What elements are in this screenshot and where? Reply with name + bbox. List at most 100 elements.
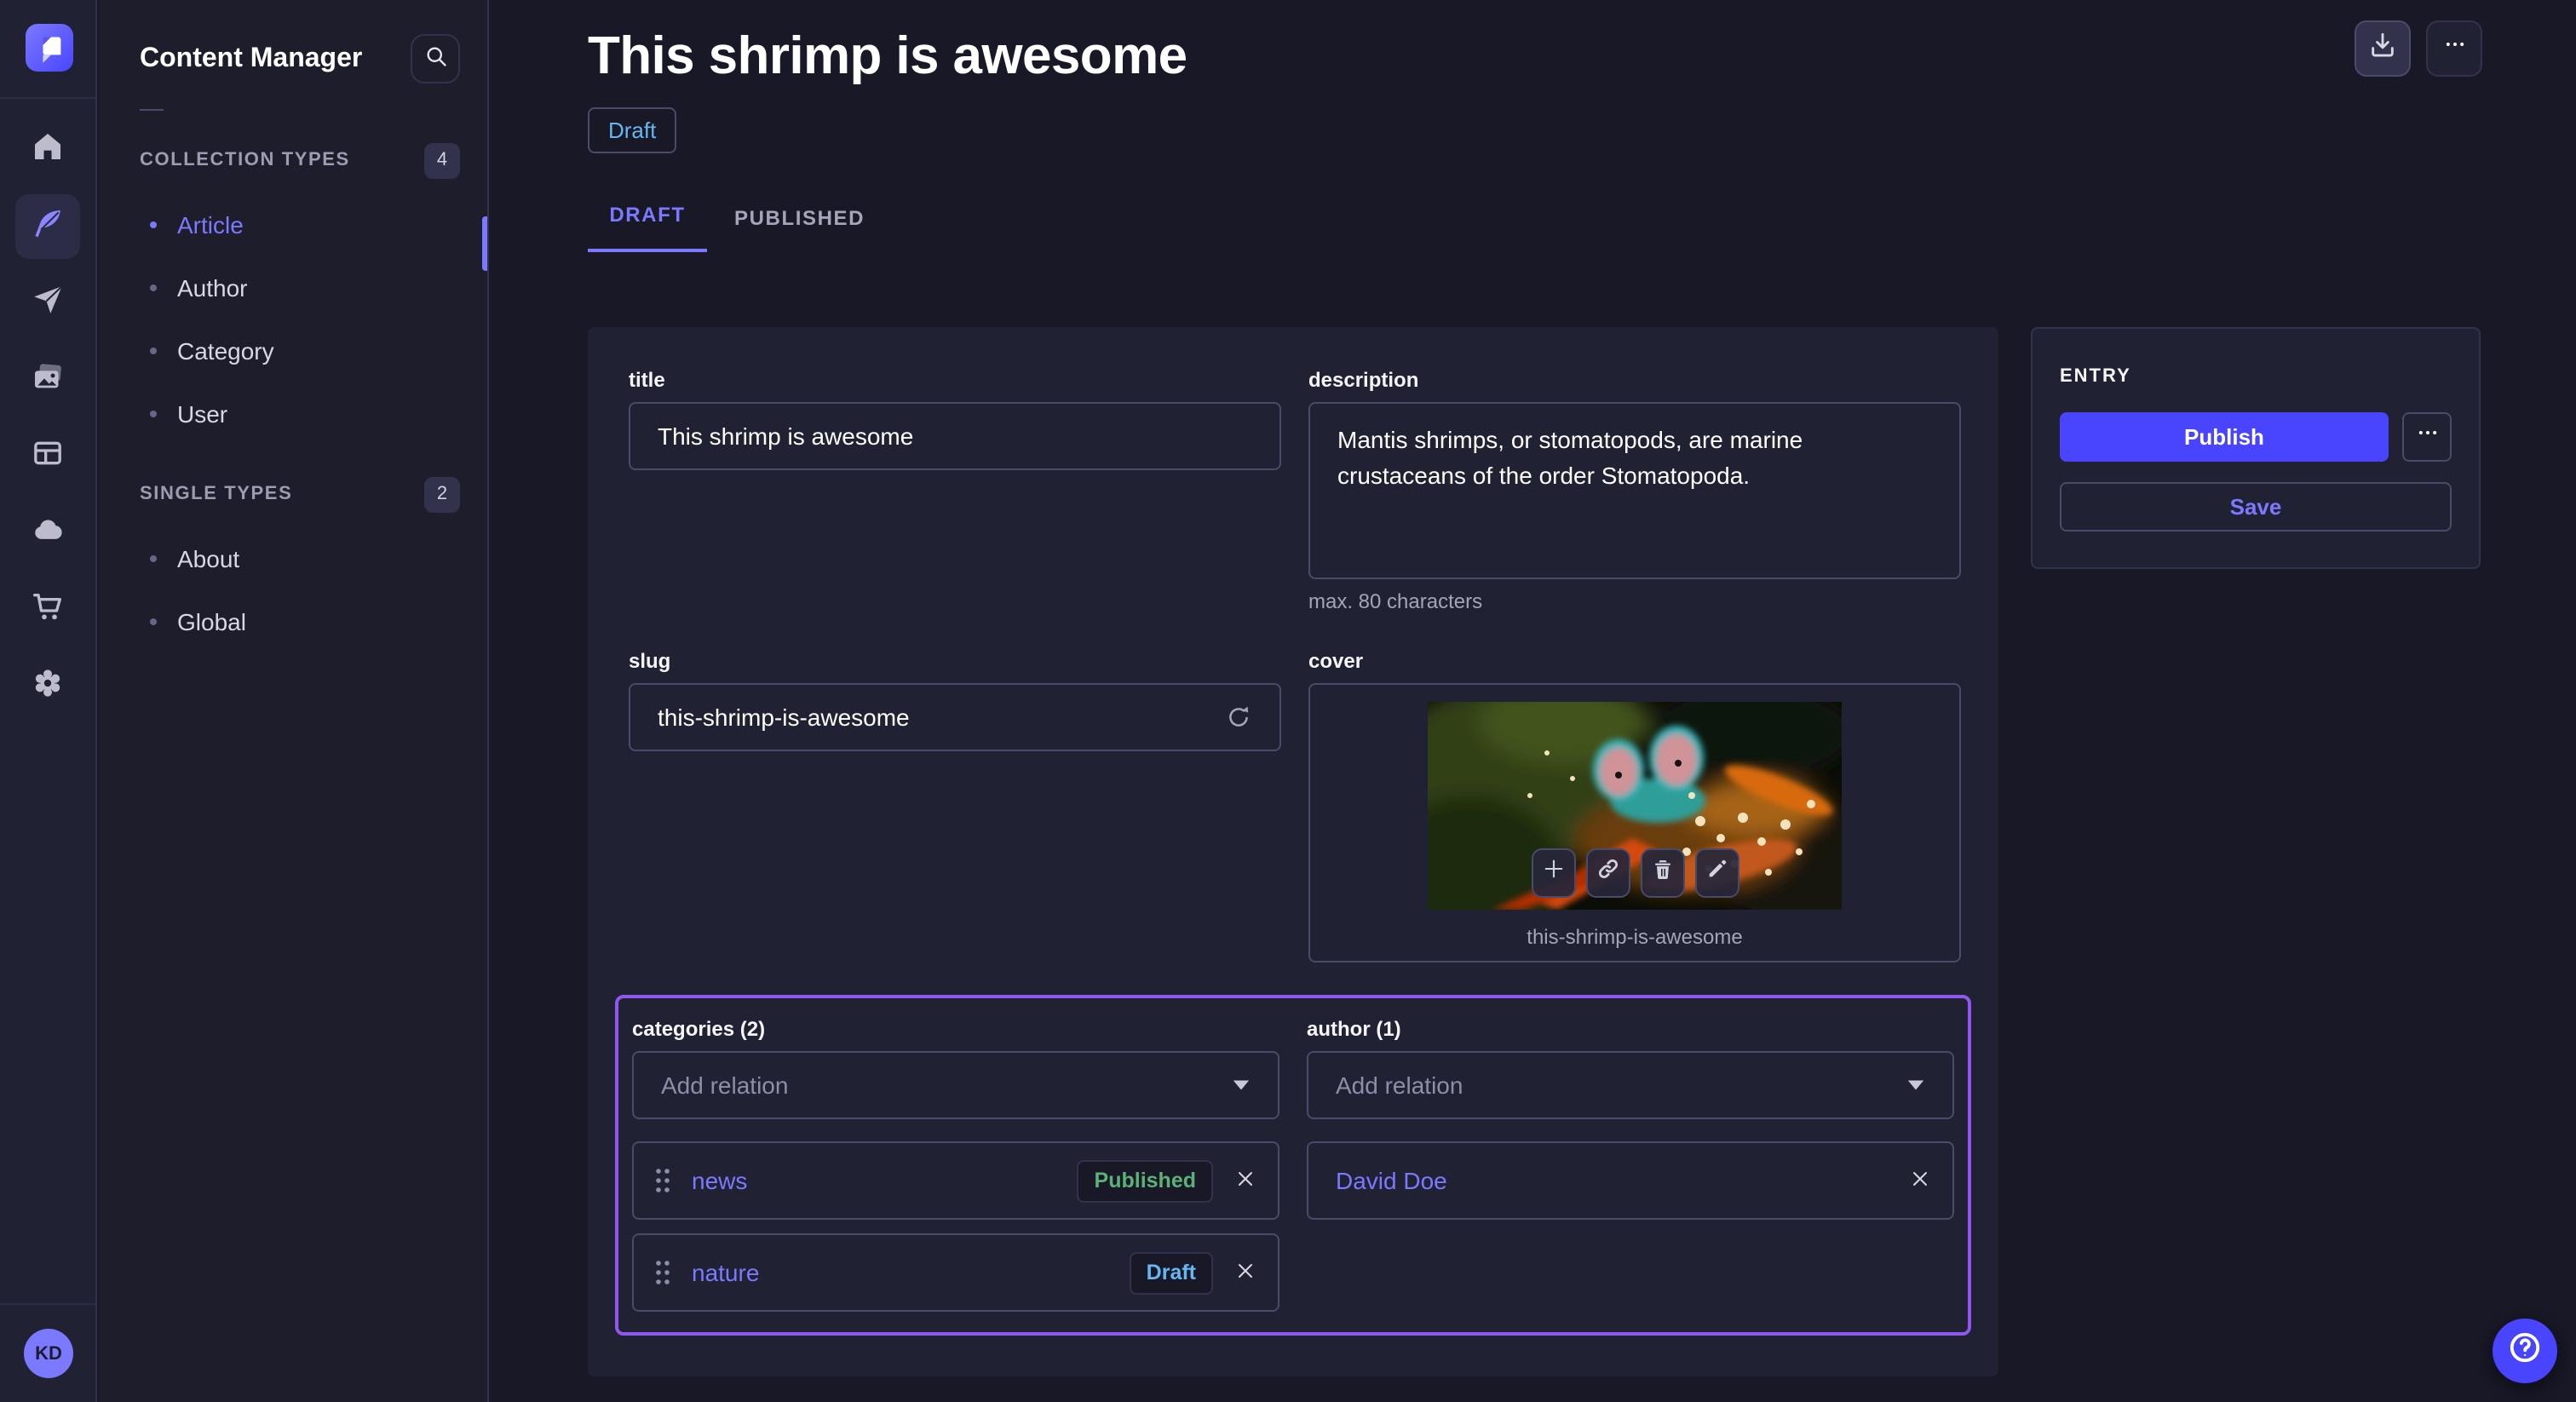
collection-types-header: COLLECTION TYPES 4 [99,140,487,181]
sidebar-item-settings[interactable] [15,654,80,719]
sidebar-item-content-type-builder[interactable] [15,424,80,489]
ellipsis-icon [2442,32,2466,65]
rail-divider [0,97,95,99]
field-label: cover [1308,649,1961,673]
export-button[interactable] [2355,20,2411,77]
edit-form-panel: title This shrimp is awesome description… [588,327,1998,1376]
relation-status-badge: Draft [1130,1251,1213,1294]
sidebar-item-about[interactable]: About [99,526,487,589]
title-value: This shrimp is awesome [658,422,913,450]
nav-rail: KD [0,0,97,1402]
relation-link[interactable]: news [692,1167,1078,1194]
field-label: title [629,368,1281,392]
sidebar-item-media-library[interactable] [15,348,80,412]
cover-caption: this-shrimp-is-awesome [1310,925,1959,949]
more-actions-button[interactable] [2426,20,2482,77]
sidebar-item-content-manager[interactable] [15,194,80,259]
sidebar-item-label: About [177,544,239,572]
relation-link[interactable]: David Doe [1336,1167,1888,1194]
sidebar-item-transfer[interactable] [15,271,80,336]
field-slug: slug this-shrimp-is-awesome [629,649,1281,962]
entry-more-button[interactable] [2402,412,2452,462]
relation-link[interactable]: nature [692,1259,1130,1286]
tab-draft[interactable]: DRAFT [588,203,707,252]
fields-grid: title This shrimp is awesome description… [629,368,1958,962]
cover-actions [1531,848,1739,898]
avatar[interactable]: KD [24,1329,73,1378]
link-icon [1596,857,1619,889]
field-label: categories (2) [632,1017,1279,1041]
sidebar-item-user[interactable]: User [99,382,487,445]
collection-types-section: COLLECTION TYPES 4 Article Author Catego… [99,140,487,445]
field-description: description Mantis shrimps, or stomatopo… [1308,368,1961,613]
save-button[interactable]: Save [2060,482,2452,531]
download-icon [2368,30,2397,67]
slug-input[interactable]: this-shrimp-is-awesome [629,683,1281,751]
tab-published[interactable]: PUBLISHED [734,206,865,252]
remove-relation-button[interactable] [1235,1260,1256,1285]
entry-actions: Publish [2060,412,2452,462]
paper-plane-icon [31,282,65,325]
version-tabs: DRAFT PUBLISHED [588,203,2576,252]
collection-types-list: Article Author Category User [99,192,487,445]
entry-panel: ENTRY Publish Save [2031,327,2481,569]
strapi-logo[interactable] [26,24,73,72]
sidebar-item-label: Global [177,607,246,635]
help-button[interactable] [2493,1319,2557,1383]
main-content: This shrimp is awesome Draft DRAFT PUBLI… [491,0,2576,1402]
layout-icon [31,435,65,478]
close-icon [1235,1168,1256,1193]
bullet-icon [150,347,157,353]
author-relation-combobox[interactable]: Add relation [1307,1051,1954,1119]
relation-row-david-doe: David Doe [1307,1141,1954,1220]
content-row: title This shrimp is awesome description… [588,327,2481,1376]
close-icon [1910,1168,1930,1193]
active-item-indicator [482,216,487,271]
section-label: SINGLE TYPES [140,484,292,504]
remove-relation-button[interactable] [1235,1168,1256,1193]
sidebar-item-cloud[interactable] [15,501,80,566]
relations-highlight-box: categories (2) Add relation news Publish… [615,995,1971,1336]
drag-handle-icon[interactable] [654,1167,671,1194]
edit-asset-button[interactable] [1694,848,1739,898]
single-types-section: SINGLE TYPES 2 About Global [99,474,487,652]
categories-field: categories (2) Add relation news Publish… [632,1014,1279,1312]
description-textarea[interactable]: Mantis shrimps, or stomatopods, are mari… [1308,402,1961,579]
single-types-header: SINGLE TYPES 2 [99,474,487,514]
rail-divider [0,1303,95,1305]
drag-handle-icon[interactable] [654,1259,671,1286]
section-label: COLLECTION TYPES [140,150,350,170]
sidebar-item-marketplace[interactable] [15,577,80,642]
copy-link-button[interactable] [1585,848,1630,898]
sidebar-item-global[interactable]: Global [99,589,487,652]
divider [140,109,164,111]
categories-relation-combobox[interactable]: Add relation [632,1051,1279,1119]
app-root: KD Content Manager COLLECTION TYPES 4 Ar… [0,0,2576,1402]
delete-asset-button[interactable] [1640,848,1684,898]
add-asset-button[interactable] [1531,848,1575,898]
regenerate-slug-button[interactable] [1225,704,1252,731]
single-types-list: About Global [99,526,487,652]
search-button[interactable] [411,34,460,83]
cover-image[interactable] [1428,702,1842,910]
sidebar-item-article[interactable]: Article [99,192,487,256]
publish-button[interactable]: Publish [2060,412,2389,462]
entry-panel-title: ENTRY [2060,366,2452,387]
sidebar-item-category[interactable]: Category [99,319,487,382]
rail-nav [0,118,95,719]
bullet-icon [150,410,157,417]
search-icon [423,44,447,73]
title-input[interactable]: This shrimp is awesome [629,402,1281,470]
field-label: author (1) [1307,1017,1954,1041]
field-label: slug [629,649,1281,673]
description-hint: max. 80 characters [1308,589,1961,613]
bullet-icon [150,554,157,561]
remove-relation-button[interactable] [1910,1168,1930,1193]
field-cover: cover [1308,649,1961,962]
sidebar-item-home[interactable] [15,118,80,182]
refresh-icon [1225,704,1252,731]
sidebar-item-author[interactable]: Author [99,256,487,319]
count-badge: 2 [424,476,460,512]
sidebar-item-label: User [177,399,227,427]
strapi-logo-icon [26,25,72,71]
